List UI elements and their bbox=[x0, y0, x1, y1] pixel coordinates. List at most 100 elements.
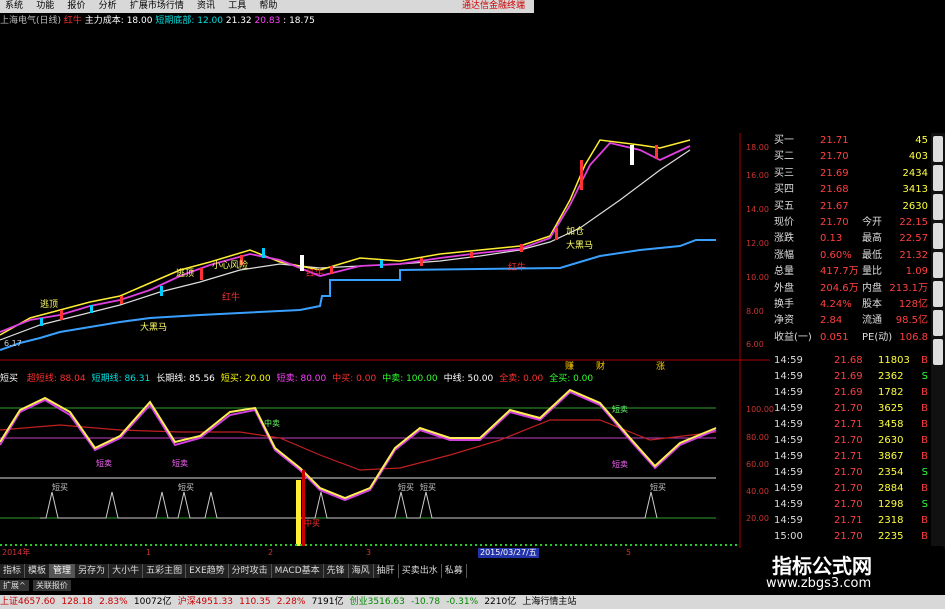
tick-time: 14:59 bbox=[774, 483, 803, 494]
tick-time: 15:00 bbox=[774, 531, 803, 542]
toolbar-button[interactable] bbox=[933, 339, 943, 365]
toolbar-button[interactable] bbox=[933, 252, 943, 278]
stat-value: 22.15 bbox=[899, 216, 928, 228]
stat-value: 4.24% bbox=[820, 298, 852, 310]
sz-change: 110.35 bbox=[239, 597, 271, 607]
date-month: 5 bbox=[626, 548, 632, 557]
stat-label: 涨幅 bbox=[774, 249, 794, 261]
tick-time: 14:59 bbox=[774, 371, 803, 382]
watermark-url: www.zbgs3.com bbox=[766, 576, 872, 591]
indicator-tab[interactable]: 海风 bbox=[349, 564, 374, 578]
tick-price: 21.70 bbox=[834, 435, 863, 446]
signal-spike bbox=[296, 480, 301, 546]
hongniu-marker: 红牛 bbox=[306, 267, 324, 279]
osc-labels: 短卖 短卖 中卖 短卖 短买 短买 短买 短买 短买 中买 短卖 bbox=[52, 404, 666, 528]
toolbar-button[interactable] bbox=[933, 136, 943, 162]
indicator-tab[interactable]: 五彩主图 bbox=[143, 564, 187, 578]
indicator-name[interactable]: 短买 bbox=[0, 374, 18, 384]
tick-row: 15:00 21.70 2235 B bbox=[770, 529, 930, 545]
tick-row: 14:59 21.69 2362 S bbox=[770, 369, 930, 385]
tick-time: 14:59 bbox=[774, 387, 803, 398]
indicator-tab[interactable]: 模板 bbox=[25, 564, 51, 578]
bid-price: 21.67 bbox=[820, 200, 849, 212]
server-name[interactable]: 上海行情主站 bbox=[522, 597, 576, 607]
right-toolbar[interactable] bbox=[931, 133, 945, 583]
toolbar-button[interactable] bbox=[933, 223, 943, 249]
date-cursor: 2015/03/27/五 bbox=[478, 548, 539, 558]
short-ma bbox=[0, 139, 691, 336]
tick-row: 14:59 21.71 2318 B bbox=[770, 513, 930, 529]
tick-time: 14:59 bbox=[774, 467, 803, 478]
bid-label: 买四 bbox=[774, 184, 794, 196]
indicator-tab[interactable]: 管理 bbox=[50, 564, 76, 578]
toolbar-button[interactable] bbox=[933, 310, 943, 336]
stat-label: 今开 bbox=[862, 216, 882, 228]
date-axis: 2014年 1 2 3 2015/03/27/五 5 bbox=[0, 548, 740, 558]
toolbar-button[interactable] bbox=[933, 194, 943, 220]
stat-label: 换手 bbox=[774, 298, 794, 310]
indicator-tab[interactable]: EXE趋势 bbox=[186, 564, 229, 578]
tick-side: S bbox=[921, 371, 928, 382]
indicator-tab[interactable]: 另存为 bbox=[75, 564, 110, 578]
stat-label: 涨跌 bbox=[774, 233, 794, 245]
indicator-tab[interactable]: MACD基本 bbox=[272, 564, 324, 578]
indicator-tab[interactable]: 抽肝 bbox=[374, 564, 399, 578]
tick-row: 14:59 21.70 3625 B bbox=[770, 401, 930, 417]
indicator-tab[interactable]: 买卖出水 bbox=[399, 564, 442, 578]
bid-price: 21.68 bbox=[820, 184, 849, 196]
dark-horse-label: 大黑马 bbox=[566, 239, 593, 251]
stat-value: 22.57 bbox=[899, 233, 928, 245]
indicator-value: 中卖: 100.00 bbox=[382, 374, 438, 384]
tick-time: 14:59 bbox=[774, 515, 803, 526]
stat-label: 最低 bbox=[862, 249, 882, 261]
tick-row: 14:59 21.68 11803 B bbox=[770, 353, 930, 369]
bid-row: 买三 21.69 2434 bbox=[770, 166, 930, 182]
hongniu-marker: 红牛 bbox=[222, 291, 240, 303]
tick-price: 21.69 bbox=[834, 387, 863, 398]
tick-time: 14:59 bbox=[774, 403, 803, 414]
stat-value: 213.1万 bbox=[889, 282, 928, 294]
escape-top-label: 逃顶 bbox=[176, 267, 194, 279]
tick-time: 14:59 bbox=[774, 355, 803, 366]
related-quote-tab[interactable]: 关联报价 bbox=[32, 580, 71, 591]
tick-volume: 1298 bbox=[878, 499, 904, 510]
stat-value: 417.7万 bbox=[820, 266, 859, 278]
dark-horse-label: 大黑马 bbox=[140, 321, 167, 333]
toolbar-button[interactable] bbox=[933, 281, 943, 307]
stat-row: 涨跌 0.13 最高 22.57 bbox=[770, 231, 930, 247]
expand-tab[interactable]: 扩展^ bbox=[0, 580, 29, 591]
stat-label: 最高 bbox=[862, 233, 882, 245]
indicator-header: 短买 超短线: 88.04 短期线: 86.31 长期线: 85.56 短买: 20.… bbox=[0, 373, 605, 386]
watermark-name: 指标公式网 bbox=[772, 554, 872, 578]
stat-value: 98.5亿 bbox=[895, 315, 928, 327]
tick-volume: 2354 bbox=[878, 467, 904, 478]
indicator-tab[interactable]: 私募 bbox=[442, 564, 467, 578]
stat-value: 0.051 bbox=[820, 331, 849, 343]
tick-side: B bbox=[921, 403, 928, 414]
stat-row: 换手 4.24% 股本 128亿 bbox=[770, 297, 930, 313]
price-tick: 10.00 bbox=[746, 273, 769, 282]
indicator-tab[interactable]: 大小牛 bbox=[109, 564, 144, 578]
tick-volume: 2362 bbox=[878, 371, 904, 382]
stat-value: 21.70 bbox=[820, 216, 849, 228]
cy-change: -10.78 bbox=[411, 597, 441, 607]
stat-value: 2.84 bbox=[820, 315, 843, 327]
stat-label: 净资 bbox=[774, 315, 794, 327]
indicator-value: 长期线: 85.56 bbox=[156, 374, 215, 384]
bid-label: 买一 bbox=[774, 135, 794, 146]
tick-volume: 3458 bbox=[878, 419, 904, 430]
date-month: 2 bbox=[268, 548, 274, 557]
cy-index: 创业3516.63 bbox=[349, 597, 405, 607]
stat-row: 总量 417.7万 量比 1.09 bbox=[770, 264, 930, 280]
stat-value: 1.09 bbox=[905, 266, 928, 278]
sz-amount: 7191亿 bbox=[311, 597, 344, 607]
indicator-tab[interactable]: 指标 bbox=[0, 564, 26, 578]
hongniu-marker: 红牛 bbox=[508, 261, 526, 273]
mid-buy-label: 中买 bbox=[304, 518, 320, 528]
indicator-tab[interactable]: 先锋 bbox=[324, 564, 349, 578]
toolbar-button[interactable] bbox=[933, 165, 943, 191]
bid-volume: 2434 bbox=[902, 167, 928, 179]
sell-label: 短卖 bbox=[612, 459, 628, 469]
indicator-tab[interactable]: 分时攻击 bbox=[229, 564, 272, 578]
bid-volume: 45 bbox=[915, 135, 928, 146]
